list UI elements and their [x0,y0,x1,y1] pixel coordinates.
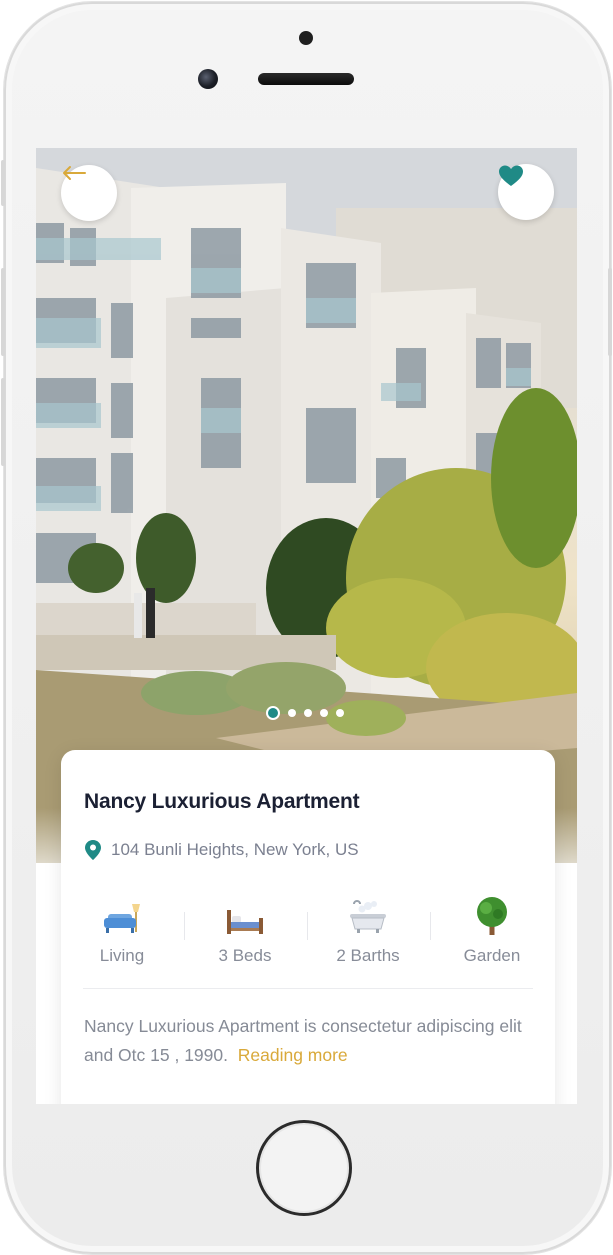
divider [83,988,533,989]
bed-icon [227,910,263,934]
amenity-living: Living [67,892,177,966]
property-location: 104 Bunli Heights, New York, US [85,840,359,860]
property-details-card: Nancy Luxurious Apartment 104 Bunli Heig… [61,750,555,1104]
volume-down-button [1,378,5,466]
amenity-divider [184,912,185,940]
pagination-dot[interactable] [336,709,344,717]
amenity-divider [430,912,431,940]
pagination-dot[interactable] [320,709,328,717]
tree-icon [477,897,507,935]
heart-icon [499,165,523,186]
pagination-dot[interactable] [266,706,280,720]
pagination-dot[interactable] [288,709,296,717]
home-button[interactable] [256,1120,352,1216]
power-button [608,268,612,356]
front-camera [198,69,218,89]
back-button[interactable] [61,165,117,221]
reading-more-link[interactable]: Reading more [238,1045,348,1065]
location-pin-icon [85,840,101,860]
earpiece-speaker [258,73,354,85]
favorite-button[interactable] [498,164,554,220]
screen: Nancy Luxurious Apartment 104 Bunli Heig… [36,148,577,1104]
amenity-label: 2 Barths [336,946,400,965]
amenity-label: Garden [463,946,521,965]
mute-switch [1,160,5,206]
gallery-pagination[interactable] [266,706,344,720]
pagination-dot[interactable] [304,709,312,717]
back-arrow-icon [63,166,86,180]
proximity-sensor [299,31,313,45]
bathtub-icon [350,900,386,933]
amenity-garden: Garden [437,892,547,966]
amenities-row: Living 3 Beds 2 Barths Garden [61,892,555,972]
property-title: Nancy Luxurious Apartment [84,790,360,813]
amenity-label: Living [99,946,145,965]
volume-up-button [1,268,5,356]
amenity-baths: 2 Barths [313,892,423,966]
location-text: 104 Bunli Heights, New York, US [111,840,359,859]
property-description: Nancy Luxurious Apartment is consectetur… [84,1012,534,1070]
amenity-divider [307,912,308,940]
amenity-label: 3 Beds [218,946,272,965]
sofa-icon [104,904,140,933]
amenity-beds: 3 Beds [190,892,300,966]
